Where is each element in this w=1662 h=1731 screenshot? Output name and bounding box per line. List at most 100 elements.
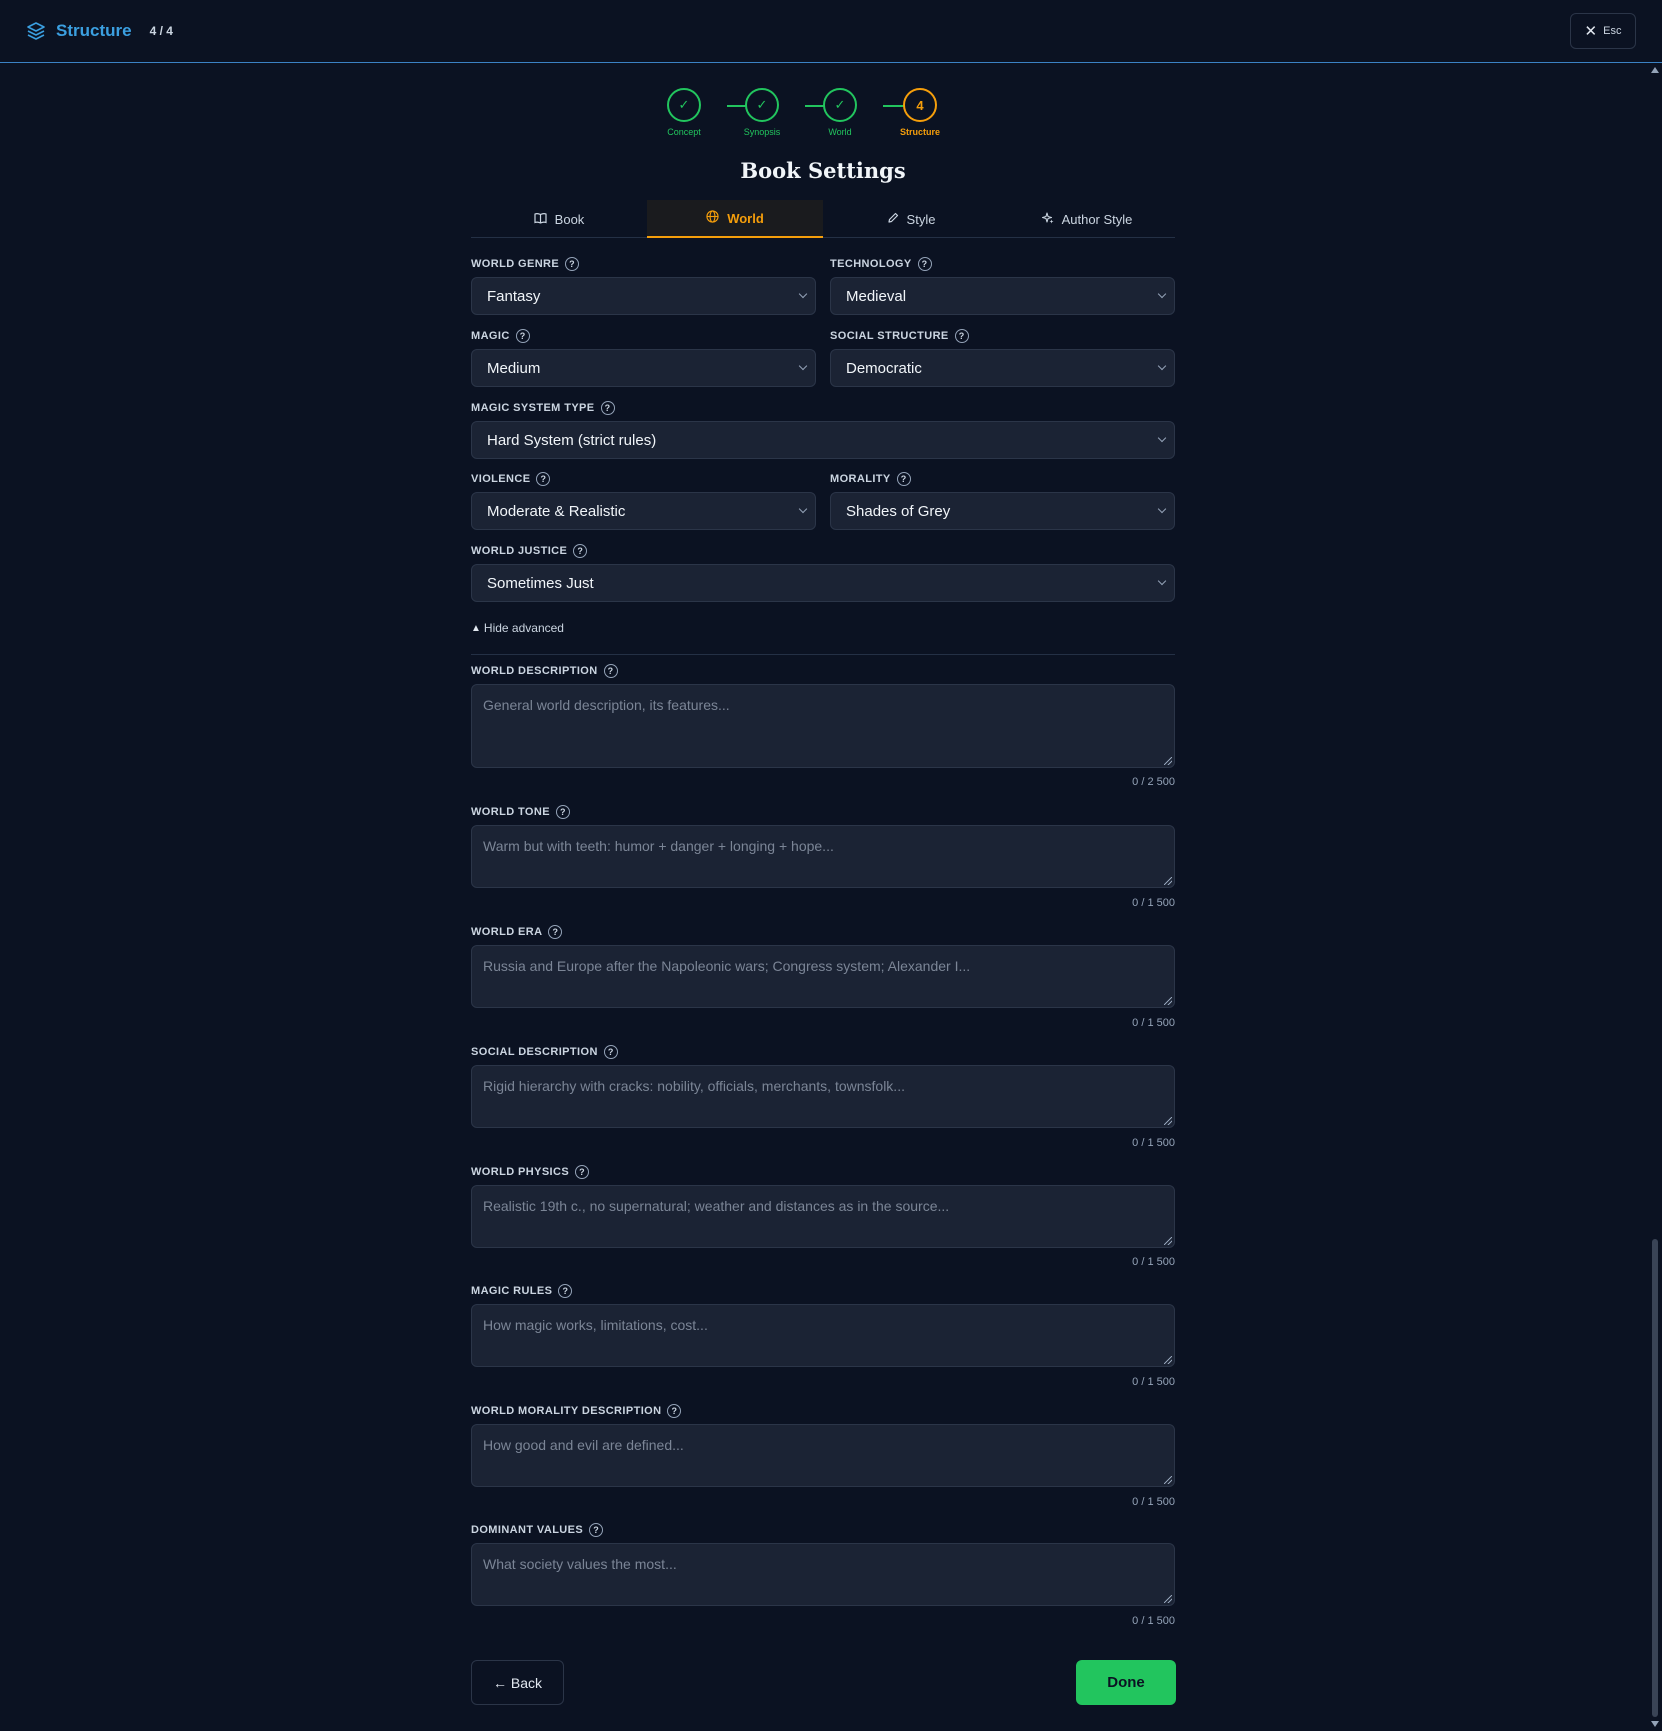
character-counter: 0 / 1 500 [1132, 1496, 1175, 1508]
chevron-down-icon [798, 504, 808, 514]
character-counter: 0 / 1 500 [1132, 1256, 1175, 1268]
tab-world[interactable]: World [647, 200, 823, 238]
step-world[interactable]: ✓ World [810, 88, 870, 137]
world-description-textarea[interactable]: General world description, its features.… [471, 684, 1175, 768]
dominant-values-textarea[interactable]: What society values the most... [471, 1543, 1175, 1606]
technology-label: TECHNOLOGY? [830, 257, 932, 271]
label-text: TECHNOLOGY [830, 258, 912, 270]
placeholder-text: Realistic 19th c., no supernatural; weat… [483, 1198, 950, 1214]
divider [471, 654, 1175, 655]
violence-select[interactable]: Moderate & Realistic [471, 492, 816, 530]
magic-rules-textarea[interactable]: How magic works, limitations, cost... [471, 1304, 1175, 1367]
label-text: MAGIC SYSTEM TYPE [471, 402, 595, 414]
technology-select[interactable]: Medieval [830, 277, 1175, 315]
world-genre-label: WORLD GENRE? [471, 257, 580, 271]
step-number: 4 [903, 88, 937, 122]
done-button[interactable]: Done [1076, 1660, 1176, 1705]
world-justice-select[interactable]: Sometimes Just [471, 564, 1175, 602]
back-button[interactable]: ← Back [471, 1660, 564, 1705]
progress-stepper: ✓ Concept ✓ Synopsis ✓ World 4 Structure [667, 88, 970, 142]
help-icon[interactable]: ? [548, 925, 563, 939]
world-justice-label: WORLD JUSTICE? [471, 544, 588, 558]
help-icon[interactable]: ? [565, 257, 580, 271]
world-physics-textarea[interactable]: Realistic 19th c., no supernatural; weat… [471, 1185, 1175, 1248]
label-text: WORLD DESCRIPTION [471, 665, 598, 677]
help-icon[interactable]: ? [558, 1284, 573, 1298]
select-value: Hard System (strict rules) [487, 431, 657, 449]
world-tone-label: WORLD TONE? [471, 805, 570, 819]
resize-handle-icon[interactable] [1164, 1237, 1172, 1245]
chevron-down-icon [798, 289, 808, 299]
triangle-up-icon: ▲ [471, 622, 481, 634]
world-tone-textarea[interactable]: Warm but with teeth: humor + danger + lo… [471, 825, 1175, 888]
tab-author-style[interactable]: Author Style [999, 200, 1175, 238]
help-icon[interactable]: ? [555, 805, 570, 819]
world-description-label: WORLD DESCRIPTION? [471, 664, 618, 678]
step-synopsis[interactable]: ✓ Synopsis [732, 88, 792, 137]
tab-style[interactable]: Style [823, 200, 999, 238]
tab-label: Book [554, 211, 585, 227]
character-counter: 0 / 2 500 [1132, 776, 1175, 788]
tab-book[interactable]: Book [471, 200, 647, 238]
placeholder-text: Russia and Europe after the Napoleonic w… [483, 958, 971, 974]
resize-handle-icon[interactable] [1164, 1476, 1172, 1484]
social-description-textarea[interactable]: Rigid hierarchy with cracks: nobility, o… [471, 1065, 1175, 1128]
resize-handle-icon[interactable] [1164, 1595, 1172, 1603]
resize-handle-icon[interactable] [1164, 1356, 1172, 1364]
scrollbar[interactable] [1648, 63, 1662, 1731]
app-title: Structure [56, 21, 132, 40]
scroll-down-icon[interactable] [1651, 1721, 1659, 1727]
social-structure-select[interactable]: Democratic [830, 349, 1175, 387]
world-era-textarea[interactable]: Russia and Europe after the Napoleonic w… [471, 945, 1175, 1008]
hide-advanced-toggle[interactable]: ▲ Hide advanced [471, 621, 564, 635]
character-counter: 0 / 1 500 [1132, 1615, 1175, 1627]
select-value: Shades of Grey [846, 502, 951, 520]
world-genre-select[interactable]: Fantasy [471, 277, 816, 315]
morality-select[interactable]: Shades of Grey [830, 492, 1175, 530]
resize-handle-icon[interactable] [1164, 1117, 1172, 1125]
morality-label: MORALITY? [830, 472, 911, 486]
help-icon[interactable]: ? [603, 664, 618, 678]
magic-system-type-select[interactable]: Hard System (strict rules) [471, 421, 1175, 459]
world-morality-description-textarea[interactable]: How good and evil are defined... [471, 1424, 1175, 1487]
violence-label: VIOLENCE? [471, 472, 551, 486]
dominant-values-label: DOMINANT VALUES? [471, 1523, 604, 1537]
magic-system-type-label: MAGIC SYSTEM TYPE? [471, 401, 615, 415]
chevron-down-icon [1157, 433, 1167, 443]
help-icon[interactable]: ? [917, 257, 932, 271]
resize-handle-icon[interactable] [1164, 877, 1172, 885]
character-counter: 0 / 1 500 [1132, 1376, 1175, 1388]
select-value: Medium [487, 359, 541, 377]
world-morality-description-label: WORLD MORALITY DESCRIPTION? [471, 1404, 682, 1418]
magic-select[interactable]: Medium [471, 349, 816, 387]
scrollbar-thumb[interactable] [1652, 1239, 1658, 1717]
help-icon[interactable]: ? [954, 329, 969, 343]
resize-handle-icon[interactable] [1164, 757, 1172, 765]
scroll-up-icon[interactable] [1651, 67, 1659, 73]
help-icon[interactable]: ? [575, 1165, 590, 1179]
help-icon[interactable]: ? [600, 401, 615, 415]
step-concept[interactable]: ✓ Concept [654, 88, 714, 137]
help-icon[interactable]: ? [515, 329, 530, 343]
step-label: Concept [667, 127, 701, 137]
top-bar: Structure 4 / 4 ✕ Esc [0, 0, 1662, 63]
help-icon[interactable]: ? [603, 1045, 618, 1059]
social-structure-label: SOCIAL STRUCTURE? [830, 329, 969, 343]
toggle-label: Hide advanced [483, 621, 564, 635]
check-icon: ✓ [667, 88, 701, 122]
label-text: WORLD PHYSICS [471, 1166, 570, 1178]
help-icon[interactable]: ? [573, 544, 588, 558]
close-button[interactable]: ✕ Esc [1570, 13, 1636, 49]
world-physics-label: WORLD PHYSICS? [471, 1165, 590, 1179]
magic-label: MAGIC? [471, 329, 530, 343]
help-icon[interactable]: ? [589, 1523, 604, 1537]
help-icon[interactable]: ? [667, 1404, 682, 1418]
step-structure[interactable]: 4 Structure [890, 88, 950, 137]
book-icon [534, 212, 547, 227]
help-icon[interactable]: ? [536, 472, 551, 486]
help-icon[interactable]: ? [896, 472, 911, 486]
social-description-label: SOCIAL DESCRIPTION? [471, 1045, 618, 1059]
resize-handle-icon[interactable] [1164, 997, 1172, 1005]
close-icon: ✕ [1584, 23, 1598, 40]
check-icon: ✓ [745, 88, 779, 122]
